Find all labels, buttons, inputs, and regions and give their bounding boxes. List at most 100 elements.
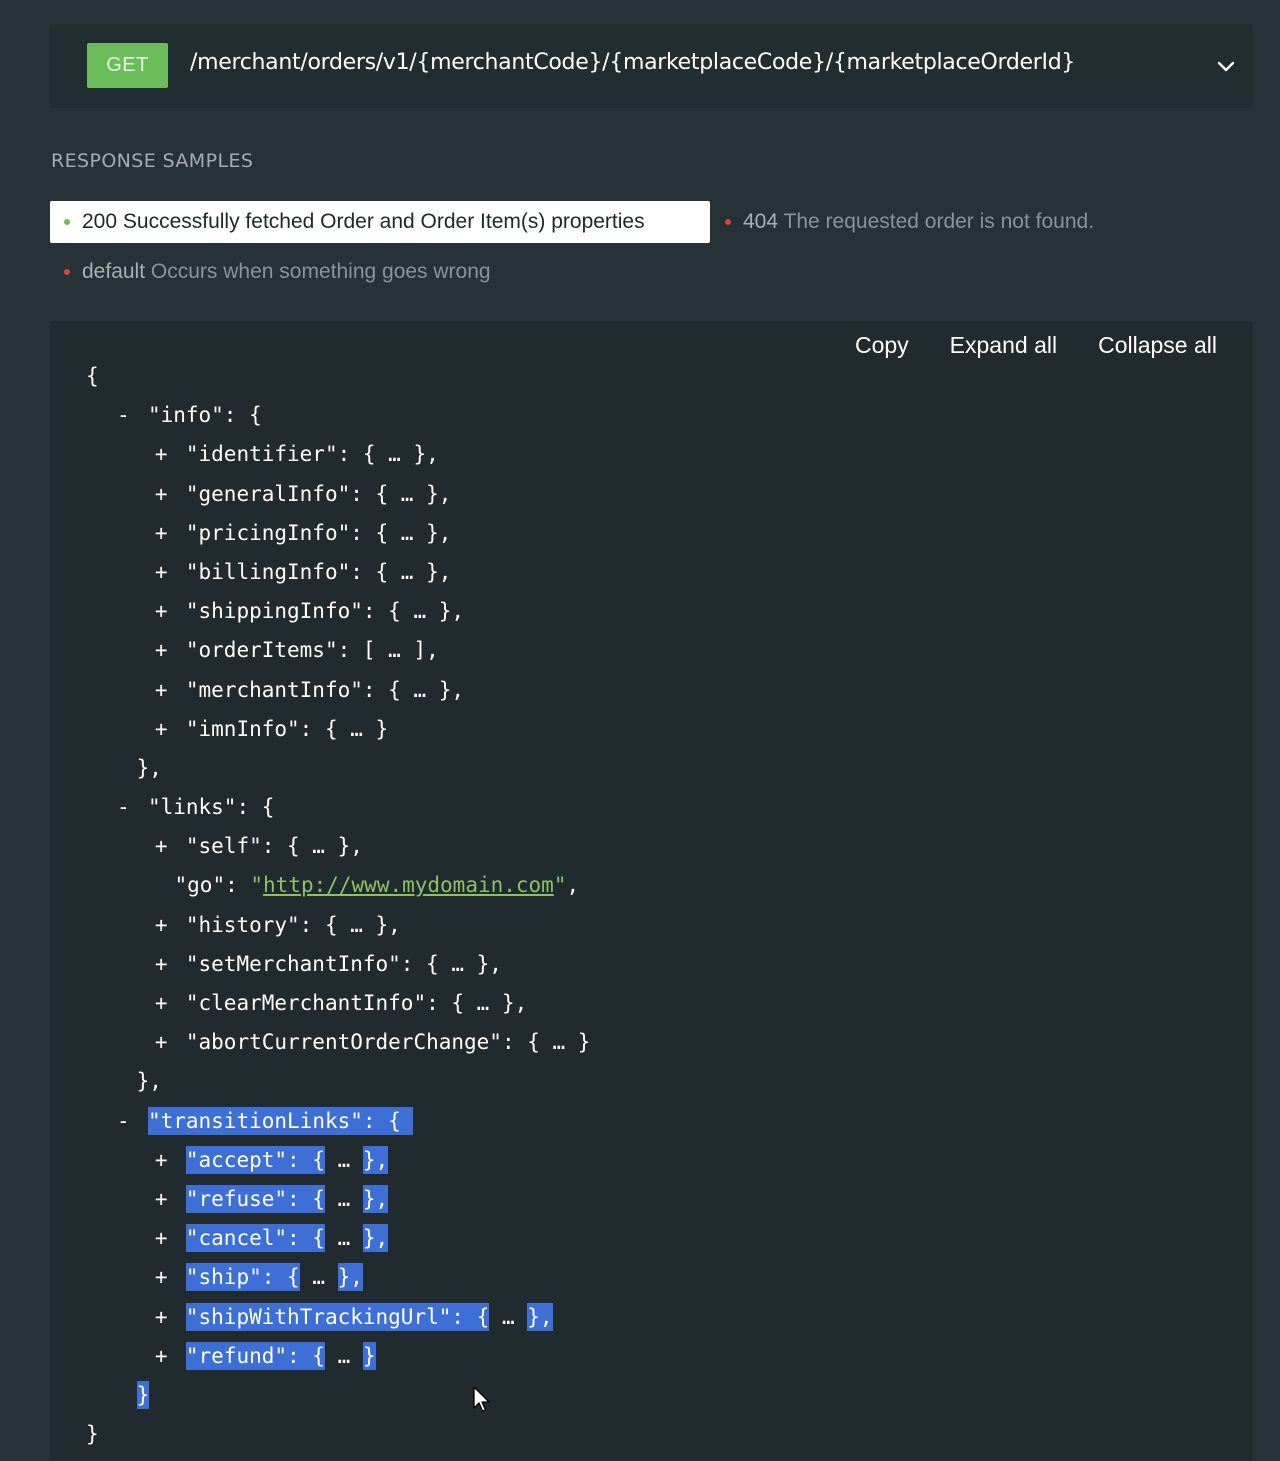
json-line: + "orderItems": [ … ], [86,631,590,670]
json-line: }, [86,1062,590,1101]
json-line: + "accept": { … }, [86,1141,590,1180]
expand-toggle[interactable]: + [149,631,173,670]
json-line: + "ship": { … }, [86,1258,590,1297]
json-line: + "setMerchantInfo": { … }, [86,945,590,984]
json-viewer[interactable]: { - "info": { + "identifier": { … }, + "… [86,357,590,1454]
json-entry: "pricingInfo": { … }, [185,520,452,545]
json-entry: "shippingInfo": { … }, [185,599,465,624]
response-tab-200[interactable]: 200 Successfully fetched Order and Order… [50,201,710,243]
expand-toggle[interactable]: + [149,1337,173,1376]
json-brace: { [86,364,99,388]
json-entry: "abortCurrentOrderChange": { … } [185,1030,591,1055]
json-entry-end: }, [337,1263,363,1292]
json-entry-ellipsis: … [324,1226,363,1251]
expand-toggle[interactable]: + [149,945,173,984]
http-method-badge: GET [87,43,168,88]
json-entry-key: "shipWithTrackingUrl": { [185,1302,490,1331]
json-entry: "merchantInfo": { … }, [185,677,465,702]
json-line: + "cancel": { … }, [86,1219,590,1258]
json-entry: "billingInfo": { … }, [185,559,452,584]
response-samples-title: RESPONSE SAMPLES [51,150,254,172]
response-description: The requested order is not found. [783,210,1095,233]
expand-toggle[interactable]: + [149,906,173,945]
json-entry: "history": { … }, [185,912,401,937]
json-key-info: "info": { [147,403,262,428]
json-line: + "refuse": { … }, [86,1180,590,1219]
json-line: - "links": { [86,788,590,827]
expand-toggle[interactable]: + [149,984,173,1023]
json-line: + "shipWithTrackingUrl": { … }, [86,1298,590,1337]
expand-toggle[interactable]: + [149,435,173,474]
json-line: + "merchantInfo": { … }, [86,671,590,710]
json-brace: }, [136,1069,162,1094]
json-entry-ellipsis: … [489,1304,528,1329]
response-tab-404[interactable]: 404 The requested order is not found. [711,201,1094,243]
json-line: - "transitionLinks": { [86,1102,590,1141]
json-entry: "self": { … }, [185,834,363,859]
expand-toggle[interactable]: + [149,710,173,749]
json-line: + "imnInfo": { … } [86,710,590,749]
json-entry-ellipsis: … [324,1186,363,1211]
json-line: { [86,357,590,396]
json-entry: "setMerchantInfo": { … }, [185,951,502,976]
success-status-dot [64,219,70,225]
json-line: + "identifier": { … }, [86,435,590,474]
response-description: Occurs when something goes wrong [150,260,491,283]
expand-toggle[interactable]: + [149,1298,173,1337]
json-entry: "orderItems": [ … ], [185,638,439,663]
json-line: + "pricingInfo": { … }, [86,514,590,553]
expand-toggle[interactable]: + [149,514,173,553]
json-line: } [86,1376,590,1415]
json-line: + "billingInfo": { … }, [86,553,590,592]
json-entry: "generalInfo": { … }, [185,481,452,506]
json-entry-end: }, [527,1302,553,1331]
json-line: "go": "http://www.mydomain.com", [174,873,580,898]
json-entry-key: "refuse": { [185,1184,325,1213]
json-line: + "abortCurrentOrderChange": { … } [86,1023,591,1062]
copy-button[interactable]: Copy [855,332,909,359]
mouse-cursor-icon [473,1386,490,1412]
json-entry: "clearMerchantInfo": { … }, [185,991,528,1015]
expand-toggle[interactable]: + [149,671,173,710]
json-entry: "identifier": { … }, [185,442,439,467]
error-status-dot [725,219,731,225]
collapse-toggle[interactable]: - [111,396,135,435]
json-url-link[interactable]: http://www.mydomain.com [263,873,554,897]
expand-toggle[interactable]: + [149,1023,173,1062]
expand-toggle[interactable]: + [149,592,173,631]
response-description: Successfully fetched Order and Order Ite… [122,210,645,233]
json-entry-end: }, [362,1145,389,1174]
json-line: + "history": { … }, [86,906,590,945]
json-line: + "refund": { … } [86,1337,590,1376]
expand-toggle[interactable]: + [149,553,173,592]
endpoint-bar[interactable]: GET /merchant/orders/v1/{merchantCode}/{… [50,24,1253,108]
json-entry-ellipsis: … [324,1147,363,1172]
endpoint-path: /merchant/orders/v1/{merchantCode}/{mark… [190,50,1076,75]
json-entry: "imnInfo": { … } [185,716,389,741]
json-line: }, [86,749,590,788]
json-line: + "self": { … }, [86,827,590,866]
json-entry-end: }, [362,1224,389,1253]
expand-toggle[interactable]: + [149,475,173,514]
json-entry-ellipsis: … [324,1343,363,1368]
expand-toggle[interactable]: + [149,827,173,866]
error-status-dot [64,269,70,275]
collapse-toggle[interactable]: - [111,1102,135,1141]
json-entry-end: }, [362,1184,389,1213]
chevron-down-icon[interactable] [1214,54,1238,78]
json-line: + "generalInfo": { … }, [86,475,590,514]
expand-all-button[interactable]: Expand all [950,332,1057,359]
json-line: } [86,1415,590,1454]
response-tab-default[interactable]: default Occurs when something goes wrong [50,251,491,293]
json-entry-end: } [362,1341,376,1370]
response-sample-panel: Copy Expand all Collapse all { - "info":… [50,321,1253,1461]
expand-toggle[interactable]: + [149,1258,173,1297]
expand-toggle[interactable]: + [149,1180,173,1219]
expand-toggle[interactable]: + [149,1141,173,1180]
collapse-all-button[interactable]: Collapse all [1098,332,1217,359]
collapse-toggle[interactable]: - [111,788,135,827]
expand-toggle[interactable]: + [149,1219,173,1258]
json-entry-ellipsis: … [299,1265,338,1290]
json-entry-key: "refund": { [185,1341,325,1370]
json-key-links: "links": { [147,795,275,820]
